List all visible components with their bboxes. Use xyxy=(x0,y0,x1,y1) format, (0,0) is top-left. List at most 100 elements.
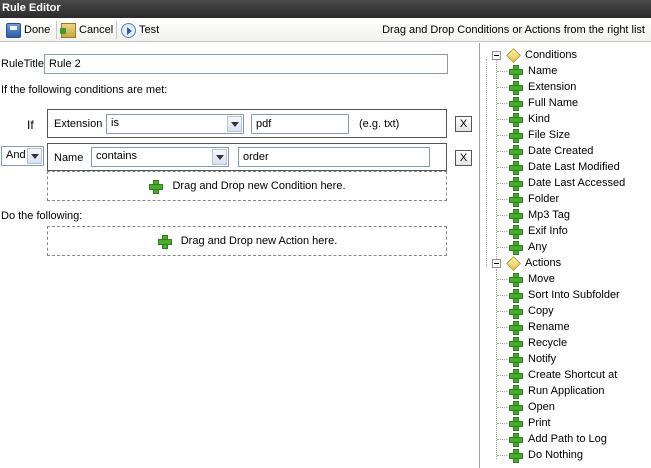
remove-condition-button[interactable]: X xyxy=(455,150,472,166)
tree-item-label: Date Created xyxy=(528,145,594,157)
green-plus-icon xyxy=(508,64,523,79)
green-plus-icon xyxy=(508,288,523,303)
tree-item-file-size[interactable]: File Size xyxy=(508,127,570,143)
tree-item-label: Open xyxy=(528,401,555,413)
green-plus-icon xyxy=(508,304,523,319)
collapse-conditions-toggle[interactable] xyxy=(492,51,501,60)
connector-value: And xyxy=(6,149,26,161)
chevron-down-icon[interactable] xyxy=(227,116,242,132)
green-plus-icon xyxy=(508,272,523,287)
cancel-button[interactable]: Cancel xyxy=(60,21,114,39)
cancel-label: Cancel xyxy=(79,24,114,36)
toolbar: Done Cancel Test Drag and Drop Condition… xyxy=(0,18,651,42)
tree-item-open[interactable]: Open xyxy=(508,399,555,415)
tree-item-label: Any xyxy=(528,241,547,253)
operator-select[interactable]: is xyxy=(106,114,244,134)
tree-item-do-nothing[interactable]: Do Nothing xyxy=(508,447,583,463)
tree-item-copy[interactable]: Copy xyxy=(508,303,554,319)
done-button[interactable]: Done xyxy=(6,21,50,39)
tree-group-actions[interactable]: Actions xyxy=(505,255,561,271)
condition-row: Name contains order xyxy=(47,143,447,171)
tree-item-rename[interactable]: Rename xyxy=(508,319,570,335)
tree-item-run-application[interactable]: Run Application xyxy=(508,383,604,399)
tree-item-label: Date Last Modified xyxy=(528,161,620,173)
green-plus-icon xyxy=(508,448,523,463)
tree-item-move[interactable]: Move xyxy=(508,271,555,287)
tree-item-label: Folder xyxy=(528,193,560,205)
tree-group-conditions[interactable]: Conditions xyxy=(505,47,577,63)
green-plus-icon xyxy=(508,208,523,223)
condition-hint: (e.g. txt) xyxy=(359,118,400,130)
test-button[interactable]: Test xyxy=(121,21,159,39)
green-plus-icon xyxy=(148,179,164,194)
condition-connector-if: If xyxy=(27,118,34,132)
tree-item-date-created[interactable]: Date Created xyxy=(508,143,593,159)
test-label: Test xyxy=(139,24,160,36)
tree-item-label: Sort Into Subfolder xyxy=(528,289,620,301)
actions-heading: Do the following: xyxy=(1,210,83,222)
tree-item-label: Copy xyxy=(528,305,554,317)
condition-drop-label: Drag and Drop new Condition here. xyxy=(172,180,346,192)
tree-item-any[interactable]: Any xyxy=(508,239,547,255)
chevron-down-icon[interactable] xyxy=(212,149,227,165)
toolbar-separator xyxy=(56,21,57,39)
tree-item-label: Name xyxy=(528,65,558,77)
tree-item-full-name[interactable]: Full Name xyxy=(508,95,578,111)
conditions-heading: If the following conditions are met: xyxy=(1,84,168,96)
done-label: Done xyxy=(24,24,51,36)
condition-drop-zone[interactable]: Drag and Drop new Condition here. xyxy=(47,171,447,201)
tree-item-folder[interactable]: Folder xyxy=(508,191,559,207)
tree-item-print[interactable]: Print xyxy=(508,415,551,431)
condition-value-input[interactable]: order xyxy=(238,147,430,167)
cubes-icon xyxy=(505,256,522,270)
tree-item-sort-into-subfolder[interactable]: Sort Into Subfolder xyxy=(508,287,620,303)
tree-item-kind[interactable]: Kind xyxy=(508,111,550,127)
collapse-actions-toggle[interactable] xyxy=(492,259,501,268)
green-plus-icon xyxy=(508,80,523,95)
tree-item-label: Print xyxy=(528,417,551,429)
operator-value: is xyxy=(111,117,119,129)
green-plus-icon xyxy=(508,128,523,143)
tree-item-label: Run Application xyxy=(528,385,605,397)
green-plus-icon xyxy=(508,160,523,175)
cancel-icon xyxy=(60,22,76,38)
tree-item-name[interactable]: Name xyxy=(508,63,557,79)
rule-title-label: RuleTitle: xyxy=(1,58,48,70)
tree-item-notify[interactable]: Notify xyxy=(508,351,556,367)
tree-item-date-last-accessed[interactable]: Date Last Accessed xyxy=(508,175,625,191)
connector-select[interactable]: And xyxy=(1,146,44,166)
tree-item-label: Notify xyxy=(528,353,557,365)
tree-item-label: Exif Info xyxy=(528,225,568,237)
tree-group-label: Actions xyxy=(525,257,562,269)
operator-select[interactable]: contains xyxy=(91,147,229,167)
tree-item-mp3-tag[interactable]: Mp3 Tag xyxy=(508,207,570,223)
chevron-down-icon[interactable] xyxy=(27,148,42,164)
tree-item-date-last-modified[interactable]: Date Last Modified xyxy=(508,159,620,175)
condition-value-input[interactable]: pdf xyxy=(251,114,349,134)
action-drop-label: Drag and Drop new Action here. xyxy=(180,235,338,247)
green-plus-icon xyxy=(508,224,523,239)
green-plus-icon xyxy=(508,112,523,127)
rule-title-input[interactable]: Rule 2 xyxy=(44,54,448,74)
tree-item-recycle[interactable]: Recycle xyxy=(508,335,567,351)
toolbar-separator xyxy=(116,21,117,39)
tree-item-create-shortcut-at[interactable]: Create Shortcut at xyxy=(508,367,617,383)
tree-item-exif-info[interactable]: Exif Info xyxy=(508,223,568,239)
tree-item-label: Do Nothing xyxy=(528,449,584,461)
toolbar-hint: Drag and Drop Conditions or Actions from… xyxy=(382,24,645,36)
green-plus-icon xyxy=(508,336,523,351)
rule-items-tree: Conditions Actions Name Extension Full Nam… xyxy=(479,43,651,468)
action-drop-zone[interactable]: Drag and Drop new Action here. xyxy=(47,226,447,256)
remove-condition-button[interactable]: X xyxy=(455,116,472,132)
tree-item-add-path-to-log[interactable]: Add Path to Log xyxy=(508,431,607,447)
green-plus-icon xyxy=(508,352,523,367)
green-plus-icon xyxy=(508,192,523,207)
tree-item-label: Mp3 Tag xyxy=(528,209,570,221)
operator-value: contains xyxy=(96,150,137,162)
green-plus-icon xyxy=(508,176,523,191)
play-icon xyxy=(121,22,136,38)
tree-item-extension[interactable]: Extension xyxy=(508,79,576,95)
green-plus-icon xyxy=(508,240,523,255)
tree-item-label: Kind xyxy=(528,113,551,125)
tree-item-label: Create Shortcut at xyxy=(528,369,618,381)
